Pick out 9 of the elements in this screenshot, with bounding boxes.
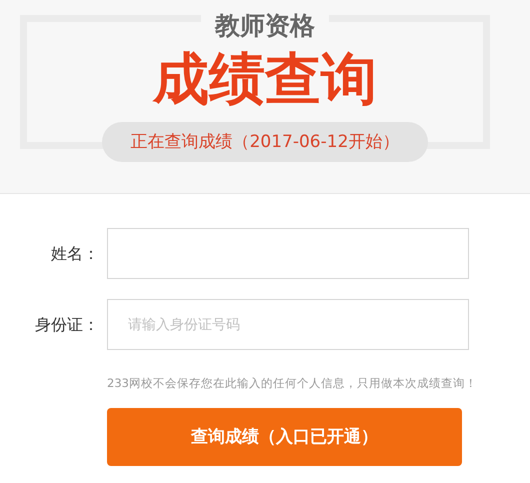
privacy-note: 233网校不会保存您在此输入的任何个人信息，只用做本次成绩查询！ (107, 375, 478, 392)
input-field[interactable] (107, 228, 469, 279)
submit-button[interactable]: 查询成绩（入口已开通） (107, 408, 462, 466)
field-label: 身份证： (34, 314, 100, 336)
field-label: 姓名： (50, 242, 100, 264)
input-field[interactable]: 请输入身份证号码 (107, 299, 469, 350)
subtitle: 教师资格 (201, 13, 329, 38)
page-title: 成绩查询 (153, 52, 377, 108)
notice-pill: 正在查询成绩（2017-06-12开始） (102, 122, 428, 162)
